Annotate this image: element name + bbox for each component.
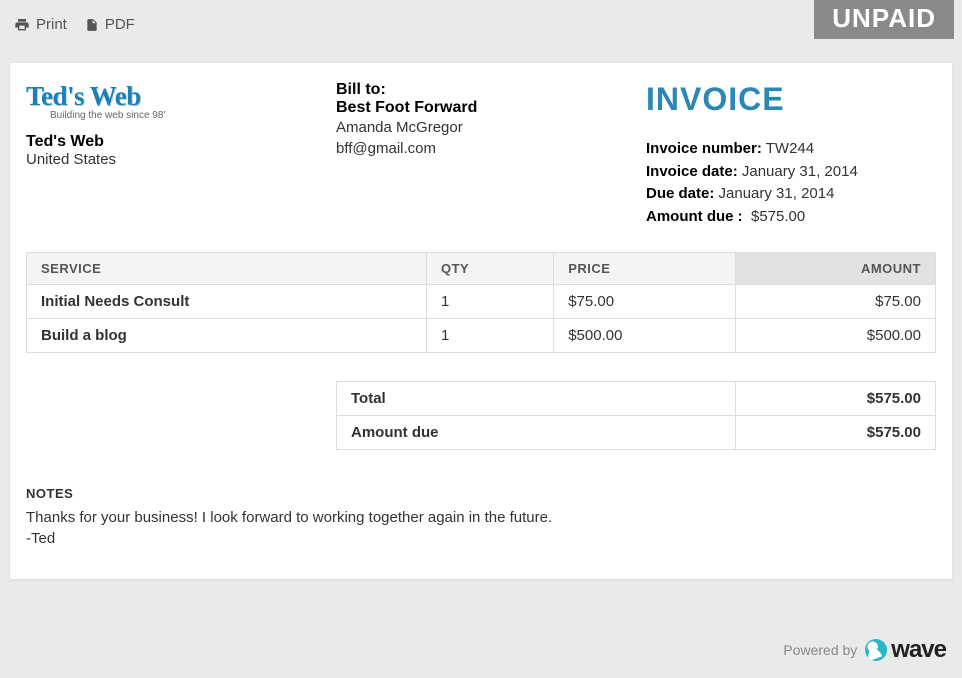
file-icon [85,17,99,33]
item-qty: 1 [426,319,553,353]
due-date: January 31, 2014 [719,185,835,202]
item-service: Build a blog [27,319,427,353]
line-items-table: SERVICE QTY PRICE AMOUNT Initial Needs C… [26,252,936,353]
total-label: Total [337,382,736,416]
amount-due-value: $575.00 [751,208,805,225]
invoice-meta-block: INVOICE Invoice number: TW244 Invoice da… [646,81,936,228]
item-service: Initial Needs Consult [27,285,427,319]
col-service: SERVICE [27,253,427,285]
totals-table: Total $575.00 Amount due $575.00 [336,381,936,450]
col-price: PRICE [554,253,736,285]
invoice-date: January 31, 2014 [742,163,858,180]
invoice-title: INVOICE [646,81,936,118]
item-amount: $500.00 [736,319,936,353]
pdf-label: PDF [105,16,135,33]
amount-due-row: Amount due $575.00 [337,416,936,450]
invoice-date-label: Invoice date: [646,163,738,180]
bill-to-email: bff@gmail.com [336,138,636,159]
table-row: Build a blog 1 $500.00 $500.00 [27,319,936,353]
due-date-line: Due date: January 31, 2014 [646,183,936,206]
item-amount: $75.00 [736,285,936,319]
bill-to-name: Best Foot Forward [336,99,636,117]
invoice-card: Ted's Web Building the web since 98' Ted… [10,63,952,579]
col-qty: QTY [426,253,553,285]
bill-to-contact: Amanda McGregor [336,117,636,138]
total-value: $575.00 [736,382,936,416]
bill-to-block: Bill to: Best Foot Forward Amanda McGreg… [336,81,636,228]
bill-to-label: Bill to: [336,81,636,99]
invoice-number-label: Invoice number: [646,140,762,157]
invoice-header: Ted's Web Building the web since 98' Ted… [26,81,936,228]
company-logo-text: Ted's Web [26,81,326,112]
company-tagline: Building the web since 98' [50,110,326,121]
company-name: Ted's Web [26,133,326,151]
print-label: Print [36,16,67,33]
amount-due-row-label: Amount due [337,416,736,450]
top-bar: Print PDF UNPAID [0,0,962,39]
amount-due-label: Amount due : [646,208,743,225]
table-row: Initial Needs Consult 1 $75.00 $75.00 [27,285,936,319]
amount-due-line: Amount due : $575.00 [646,206,936,229]
invoice-number: TW244 [766,140,814,157]
pdf-button[interactable]: PDF [85,16,135,33]
table-header-row: SERVICE QTY PRICE AMOUNT [27,253,936,285]
item-qty: 1 [426,285,553,319]
company-block: Ted's Web Building the web since 98' Ted… [26,81,326,228]
notes-heading: NOTES [26,486,936,501]
status-badge: UNPAID [814,0,954,39]
actions-group: Print PDF [14,0,135,33]
col-amount: AMOUNT [736,253,936,285]
wave-brand-text: wave [891,636,946,664]
total-row: Total $575.00 [337,382,936,416]
amount-due-row-value: $575.00 [736,416,936,450]
print-button[interactable]: Print [14,16,67,33]
item-price: $75.00 [554,285,736,319]
print-icon [14,17,30,33]
footer: Powered by wave [783,636,946,664]
notes-body: Thanks for your business! I look forward… [26,507,936,549]
company-country: United States [26,151,326,168]
wave-logo[interactable]: wave [865,636,946,664]
wave-icon [865,639,887,661]
item-price: $500.00 [554,319,736,353]
powered-by-label: Powered by [783,642,857,658]
invoice-number-line: Invoice number: TW244 [646,138,936,161]
due-date-label: Due date: [646,185,714,202]
invoice-date-line: Invoice date: January 31, 2014 [646,161,936,184]
